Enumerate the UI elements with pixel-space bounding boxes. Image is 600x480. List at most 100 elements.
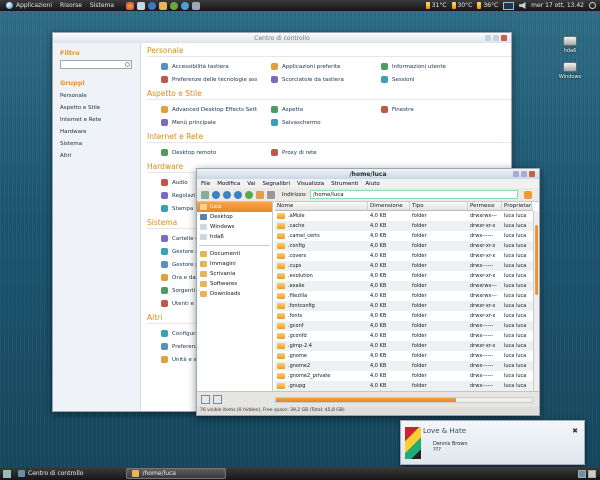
close-icon[interactable]: ✖ bbox=[572, 427, 578, 435]
setting-item-aspetto[interactable]: Aspetto bbox=[257, 103, 367, 116]
setting-item-men-principale[interactable]: Menù principale bbox=[147, 116, 257, 129]
desktop-icon-windows[interactable]: Windows bbox=[553, 62, 587, 80]
system-menu[interactable]: Sistema bbox=[86, 0, 118, 11]
table-row[interactable]: .gconfd 4,0 KB folder drwx------ luca luca bbox=[275, 331, 533, 341]
table-row[interactable]: .cache 4,0 KB folder drwxr-xr-x luca luca bbox=[275, 221, 533, 231]
setting-item-desktop-remoto[interactable]: Desktop remoto bbox=[147, 146, 257, 159]
place-item-desktop[interactable]: Desktop bbox=[197, 212, 272, 222]
setting-item-scorciatoie-da-tastiera[interactable]: Scorciatoie da tastiera bbox=[257, 73, 367, 86]
desktop-icon-hda6[interactable]: hda6 bbox=[553, 36, 587, 54]
maximize-button[interactable] bbox=[521, 171, 527, 177]
table-row[interactable]: .aMule 4,0 KB folder drwxrwx--- luca luca bbox=[275, 211, 533, 221]
setting-item-advanced-desktop-effects-settings[interactable]: Advanced Desktop Effects Settings bbox=[147, 103, 257, 116]
globe-launcher-icon[interactable] bbox=[181, 1, 190, 10]
table-row[interactable]: .exaile 4,0 KB folder drwxrwx--- luca luca bbox=[275, 281, 533, 291]
detail-view-icon[interactable] bbox=[213, 395, 222, 404]
now-playing-notification[interactable]: Love & Hate Dennis Brown ??? ✖ bbox=[400, 420, 585, 465]
table-row[interactable]: .covers 4,0 KB folder drwxr-xr-x luca luca bbox=[275, 251, 533, 261]
address-input[interactable]: /home/luca bbox=[309, 190, 518, 199]
taskbar-item-file-manager[interactable]: /home/luca bbox=[126, 468, 227, 479]
menu-strumenti[interactable]: Strumenti bbox=[331, 181, 358, 187]
place-item-hda6[interactable]: hda6 bbox=[197, 232, 272, 242]
minimize-button[interactable] bbox=[513, 171, 519, 177]
help-launcher-icon[interactable] bbox=[148, 1, 157, 10]
clock[interactable]: mer 17 ott, 13.42 bbox=[531, 2, 584, 9]
column-header-nome[interactable]: Nome bbox=[275, 202, 368, 210]
close-button[interactable] bbox=[501, 35, 507, 41]
column-header-permessi[interactable]: Permessi bbox=[468, 202, 502, 210]
table-row[interactable]: .evolution 4,0 KB folder drwxr-xr-x luca luc… bbox=[275, 271, 533, 281]
setting-item-applicazioni-preferite[interactable]: Applicazioni preferite bbox=[257, 60, 367, 73]
setting-item-salvaschermo[interactable]: Salvaschermo bbox=[257, 116, 367, 129]
table-row[interactable]: .gnome2 4,0 KB folder drwx------ luca luca bbox=[275, 361, 533, 371]
reload-icon[interactable] bbox=[245, 190, 253, 199]
volume-icon[interactable] bbox=[519, 2, 526, 9]
menu-vai[interactable]: Vai bbox=[247, 181, 255, 187]
scrollbar-thumb[interactable] bbox=[276, 397, 456, 402]
setting-item-informazioni-utente[interactable]: Informazioni utente bbox=[367, 60, 477, 73]
applications-menu[interactable]: Applicazioni bbox=[2, 0, 56, 11]
setting-item-proxy-di-rete[interactable]: Proxy di rete bbox=[257, 146, 367, 159]
group-item-aspetto-e-stile[interactable]: Aspetto e Stile bbox=[60, 102, 133, 114]
table-row[interactable]: .cups 4,0 KB folder drwx------ luca luca bbox=[275, 261, 533, 271]
column-header-proprietario[interactable]: Proprietario bbox=[502, 202, 532, 210]
table-row[interactable]: .gconf 4,0 KB folder drwx------ luca luca bbox=[275, 321, 533, 331]
menu-segnalibri[interactable]: Segnalibri bbox=[262, 181, 290, 187]
close-button[interactable] bbox=[529, 171, 535, 177]
menu-file[interactable]: File bbox=[201, 181, 210, 187]
maximize-button[interactable] bbox=[493, 35, 499, 41]
back-icon[interactable] bbox=[212, 190, 220, 199]
horizontal-scrollbar[interactable] bbox=[275, 396, 533, 403]
table-row[interactable]: .fonts 4,0 KB folder drwxr-xr-x luca luca bbox=[275, 311, 533, 321]
scrollbar-thumb[interactable] bbox=[535, 225, 538, 295]
workspace-switcher[interactable] bbox=[578, 469, 600, 478]
show-sidebar-icon[interactable] bbox=[201, 395, 210, 404]
column-header-dimensione[interactable]: Dimensione bbox=[368, 202, 410, 210]
group-item-sistema[interactable]: Sistema bbox=[60, 138, 133, 150]
monitor-launcher-icon[interactable] bbox=[192, 1, 201, 10]
cpu-monitor-icon[interactable] bbox=[503, 1, 515, 10]
place-item-softwares[interactable]: Softwares bbox=[197, 279, 272, 289]
table-row[interactable]: .config 4,0 KB folder drwxr-xr-x luca luca bbox=[275, 241, 533, 251]
clear-search-icon[interactable] bbox=[125, 62, 130, 67]
taskbar-item-control-center[interactable]: Centro di controllo bbox=[13, 468, 88, 479]
place-item-windows[interactable]: Windows bbox=[197, 222, 272, 232]
place-item-documenti[interactable]: Documenti bbox=[197, 249, 272, 259]
go-icon[interactable] bbox=[523, 190, 532, 199]
column-header-tipo[interactable]: Tipo bbox=[410, 202, 468, 210]
table-row[interactable]: .gnupg 4,0 KB folder drwx------ luca luca bbox=[275, 381, 533, 391]
menu-visualizza[interactable]: Visualizza bbox=[297, 181, 324, 187]
group-item-personale[interactable]: Personale bbox=[60, 90, 133, 102]
file-manager-titlebar[interactable]: /home/luca bbox=[197, 169, 539, 179]
computer-icon[interactable] bbox=[267, 190, 275, 199]
power-icon[interactable] bbox=[589, 2, 596, 9]
menu-modifica[interactable]: Modifica bbox=[217, 181, 240, 187]
minimize-button[interactable] bbox=[485, 35, 491, 41]
table-row[interactable]: .gnome 4,0 KB folder drwx------ luca luca bbox=[275, 351, 533, 361]
group-item-internet-e-rete[interactable]: Internet e Rete bbox=[60, 114, 133, 126]
place-item-downloads[interactable]: Downloads bbox=[197, 289, 272, 299]
table-row[interactable]: .gimp-2.4 4,0 KB folder drwxr-xr-x luca luca bbox=[275, 341, 533, 351]
menu-aiuto[interactable]: Aiuto bbox=[365, 181, 379, 187]
show-desktop-icon[interactable] bbox=[3, 469, 11, 478]
table-row[interactable]: .fontconfig 4,0 KB folder drwxr-xr-x luca lu… bbox=[275, 301, 533, 311]
filter-input[interactable] bbox=[60, 60, 132, 69]
places-menu[interactable]: Risorse bbox=[56, 0, 86, 11]
firefox-launcher-icon[interactable] bbox=[126, 1, 135, 10]
control-center-titlebar[interactable]: Centro di controllo bbox=[53, 33, 511, 43]
place-item-scrivania[interactable]: Scrivania bbox=[197, 269, 272, 279]
group-item-altri[interactable]: Altri bbox=[60, 150, 133, 162]
forward-icon[interactable] bbox=[223, 190, 231, 199]
folder-launcher-icon[interactable] bbox=[159, 1, 168, 10]
setting-item-finestre[interactable]: Finestre bbox=[367, 103, 477, 116]
home-icon[interactable] bbox=[256, 190, 264, 199]
trash-icon[interactable] bbox=[588, 469, 596, 478]
up-icon[interactable] bbox=[234, 190, 242, 199]
setting-item-sessioni[interactable]: Sessioni bbox=[367, 73, 477, 86]
chat-launcher-icon[interactable] bbox=[170, 1, 179, 10]
table-row[interactable]: .gnome2_private 4,0 KB folder drwx------ luc… bbox=[275, 371, 533, 381]
new-tab-icon[interactable] bbox=[201, 190, 209, 199]
table-row[interactable]: .camel_certs 4,0 KB folder drwx------ luca l… bbox=[275, 231, 533, 241]
table-row[interactable]: .filezilla 4,0 KB folder drwxrwx--- luca luc… bbox=[275, 291, 533, 301]
mail-launcher-icon[interactable] bbox=[137, 1, 146, 10]
